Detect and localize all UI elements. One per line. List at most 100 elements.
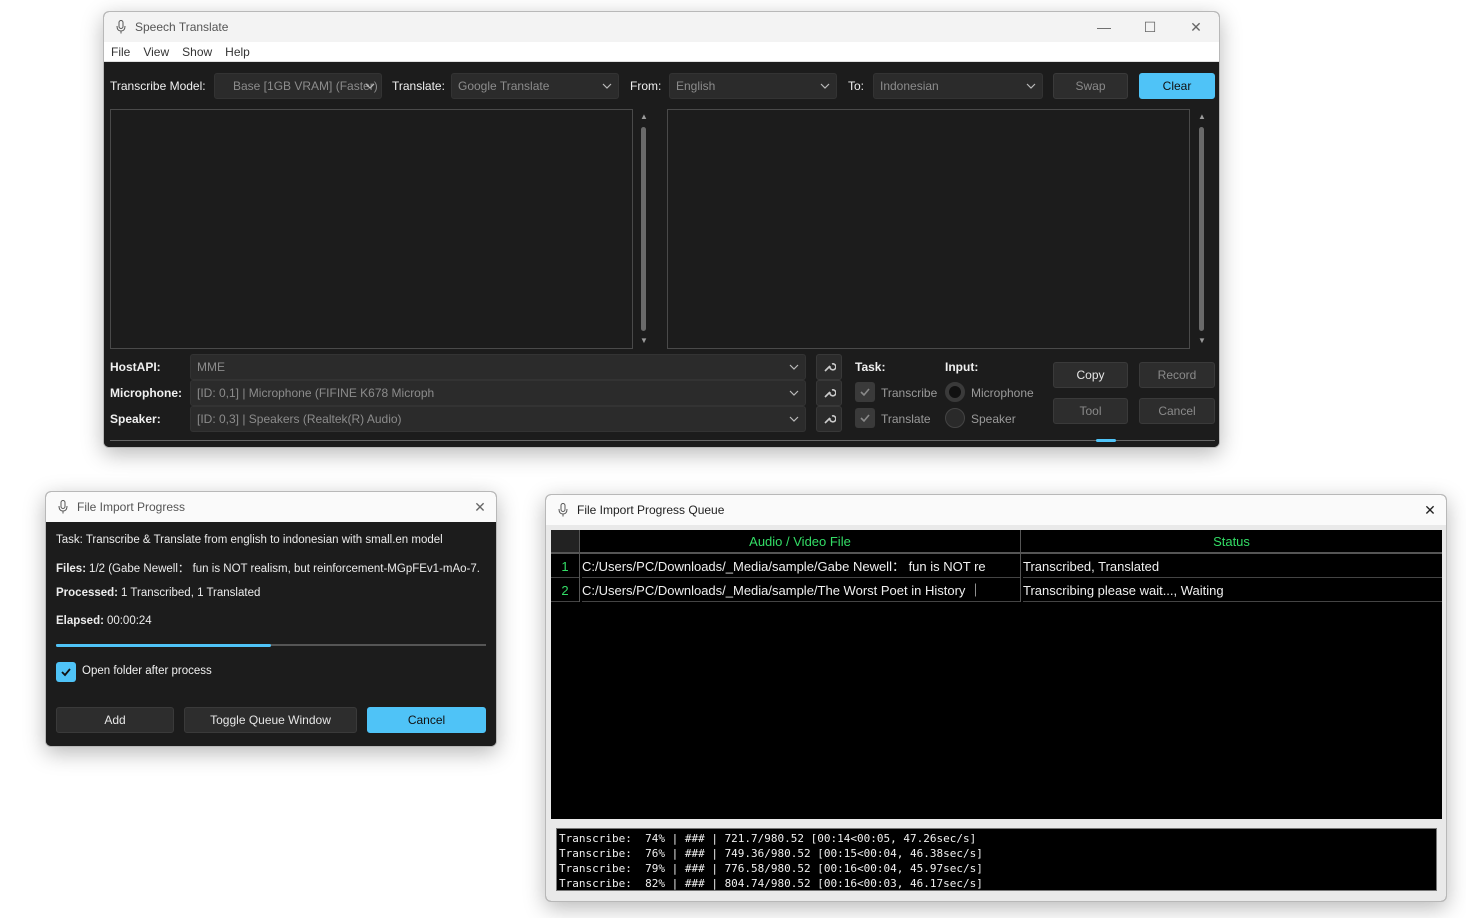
microphone-icon [58, 500, 68, 514]
checkmark-icon [61, 668, 71, 677]
queue-window-title: File Import Progress Queue [577, 503, 725, 517]
translate-label: Translate: [392, 79, 445, 93]
hostapi-label: HostAPI: [110, 360, 161, 374]
checkmark-icon [860, 414, 870, 423]
speaker-select[interactable]: [ID: 0,3] | Speakers (Realtek(R) Audio) [190, 406, 806, 432]
maximize-icon[interactable]: ☐ [1127, 12, 1173, 42]
progress-cancel-button[interactable]: Cancel [367, 707, 486, 733]
clear-button[interactable]: Clear [1139, 73, 1215, 99]
hostapi-settings-button[interactable] [816, 354, 842, 380]
translation-textbox[interactable] [667, 109, 1190, 349]
window-title: Speech Translate [135, 20, 229, 34]
translation-scrollbar[interactable]: ▲ ▼ [1197, 113, 1207, 345]
transcription-textbox[interactable] [110, 109, 633, 349]
console-line: Transcribe: 82% | ### | 804.74/980.52 [0… [559, 877, 983, 890]
menu-show[interactable]: Show [181, 45, 218, 59]
task-label: Task: [855, 360, 886, 374]
microphone-radio[interactable] [945, 382, 965, 402]
wrench-icon [824, 389, 836, 398]
input-label: Input: [945, 360, 979, 374]
translate-engine-select[interactable]: Google Translate [451, 73, 619, 99]
from-label: From: [630, 79, 662, 93]
transcribe-model-label: Transcribe Model: [110, 79, 206, 93]
microphone-icon [558, 503, 568, 517]
chevron-down-icon [789, 390, 799, 396]
menu-help[interactable]: Help [224, 45, 256, 59]
table-cell-status[interactable]: Transcribing please wait..., Waiting [1023, 579, 1442, 602]
copy-button[interactable]: Copy [1053, 362, 1128, 388]
translate-checkbox-label: Translate [881, 412, 931, 426]
chevron-down-icon [789, 364, 799, 370]
hostapi-select[interactable]: MME [190, 354, 806, 380]
column-divider [579, 530, 580, 602]
column-header-status[interactable]: Status [1021, 530, 1442, 554]
menu-view[interactable]: View [142, 45, 175, 59]
progress-body: Task: Transcribe & Translate from englis… [46, 522, 496, 746]
chevron-down-icon [1026, 83, 1036, 89]
tool-button[interactable]: Tool [1053, 398, 1128, 424]
queue-table[interactable]: Audio / Video File Status 1 C:/Users/PC/… [551, 530, 1442, 819]
main-body: Transcribe Model: Base [1GB VRAM] (Faste… [104, 63, 1219, 447]
chevron-down-icon [789, 416, 799, 422]
main-separator [110, 440, 1215, 441]
minimize-icon[interactable]: — [1081, 12, 1127, 42]
column-divider [1020, 530, 1021, 602]
microphone-label: Microphone: [110, 386, 182, 400]
checkmark-icon [860, 388, 870, 397]
swap-button[interactable]: Swap [1053, 73, 1128, 99]
console-line: Transcribe: 74% | ### | 721.7/980.52 [00… [559, 832, 977, 845]
progress-bar-fill [56, 644, 271, 647]
close-icon[interactable]: ✕ [464, 492, 496, 522]
chevron-down-icon [602, 83, 612, 89]
speaker-label: Speaker: [110, 412, 161, 426]
wrench-icon [824, 363, 836, 372]
chevron-down-icon [365, 83, 375, 89]
table-cell-file[interactable]: C:/Users/PC/Downloads/_Media/sample/The … [582, 579, 1020, 602]
to-language-select[interactable]: Indonesian [873, 73, 1043, 99]
file-import-progress-window: File Import Progress ✕ Task: Transcribe … [45, 491, 497, 747]
transcribe-model-select[interactable]: Base [1GB VRAM] (Faster) [214, 73, 382, 99]
menu-file[interactable]: File [110, 45, 136, 59]
table-cell-file[interactable]: C:/Users/PC/Downloads/_Media/sample/Gabe… [582, 555, 1020, 578]
menu-bar: File View Show Help [104, 42, 1219, 62]
row-number: 2 [551, 579, 579, 602]
add-button[interactable]: Add [56, 707, 174, 733]
microphone-icon [116, 20, 126, 34]
table-corner [551, 530, 579, 554]
row-number: 1 [551, 555, 579, 578]
microphone-select[interactable]: [ID: 0,1] | Microphone (FIFINE K678 Micr… [190, 380, 806, 406]
speaker-settings-button[interactable] [816, 406, 842, 432]
transcribe-checkbox[interactable] [855, 382, 875, 402]
from-language-select[interactable]: English [669, 73, 837, 99]
progress-titlebar: File Import Progress ✕ [46, 492, 496, 522]
close-icon[interactable]: ✕ [1173, 12, 1219, 42]
files-line: Files: 1/2 (Gabe Newell： fun is NOT reali… [56, 563, 480, 575]
microphone-settings-button[interactable] [816, 380, 842, 406]
open-folder-checkbox[interactable] [56, 662, 76, 682]
console-output: Transcribe: 74% | ### | 721.7/980.52 [00… [556, 828, 1437, 891]
console-line: Transcribe: 76% | ### | 749.36/980.52 [0… [559, 847, 983, 860]
task-description: Task: Transcribe & Translate from englis… [56, 534, 443, 546]
transcription-scrollbar[interactable]: ▲ ▼ [639, 113, 649, 345]
table-cell-status[interactable]: Transcribed, Translated [1023, 555, 1442, 578]
translate-checkbox[interactable] [855, 408, 875, 428]
file-import-queue-window: File Import Progress Queue ✕ Audio / Vid… [545, 494, 1447, 902]
open-folder-label: Open folder after process [82, 665, 212, 677]
speaker-radio-label: Speaker [971, 412, 1016, 426]
transcribe-checkbox-label: Transcribe [881, 386, 938, 400]
elapsed-line: Elapsed: 00:00:24 [56, 615, 152, 627]
to-label: To: [848, 79, 865, 93]
record-button[interactable]: Record [1139, 362, 1215, 388]
toggle-queue-window-button[interactable]: Toggle Queue Window [184, 707, 357, 733]
progress-window-title: File Import Progress [77, 500, 186, 514]
speech-translate-window: Speech Translate — ☐ ✕ File View Show He… [103, 11, 1220, 448]
cancel-button[interactable]: Cancel [1139, 398, 1215, 424]
close-icon[interactable]: ✕ [1414, 495, 1446, 525]
main-titlebar: Speech Translate — ☐ ✕ [104, 12, 1219, 42]
wrench-icon [824, 415, 836, 424]
speaker-radio[interactable] [945, 408, 965, 428]
chevron-down-icon [820, 83, 830, 89]
processed-line: Processed: 1 Transcribed, 1 Translated [56, 587, 261, 599]
column-header-file[interactable]: Audio / Video File [580, 530, 1020, 554]
microphone-radio-label: Microphone [971, 386, 1034, 400]
